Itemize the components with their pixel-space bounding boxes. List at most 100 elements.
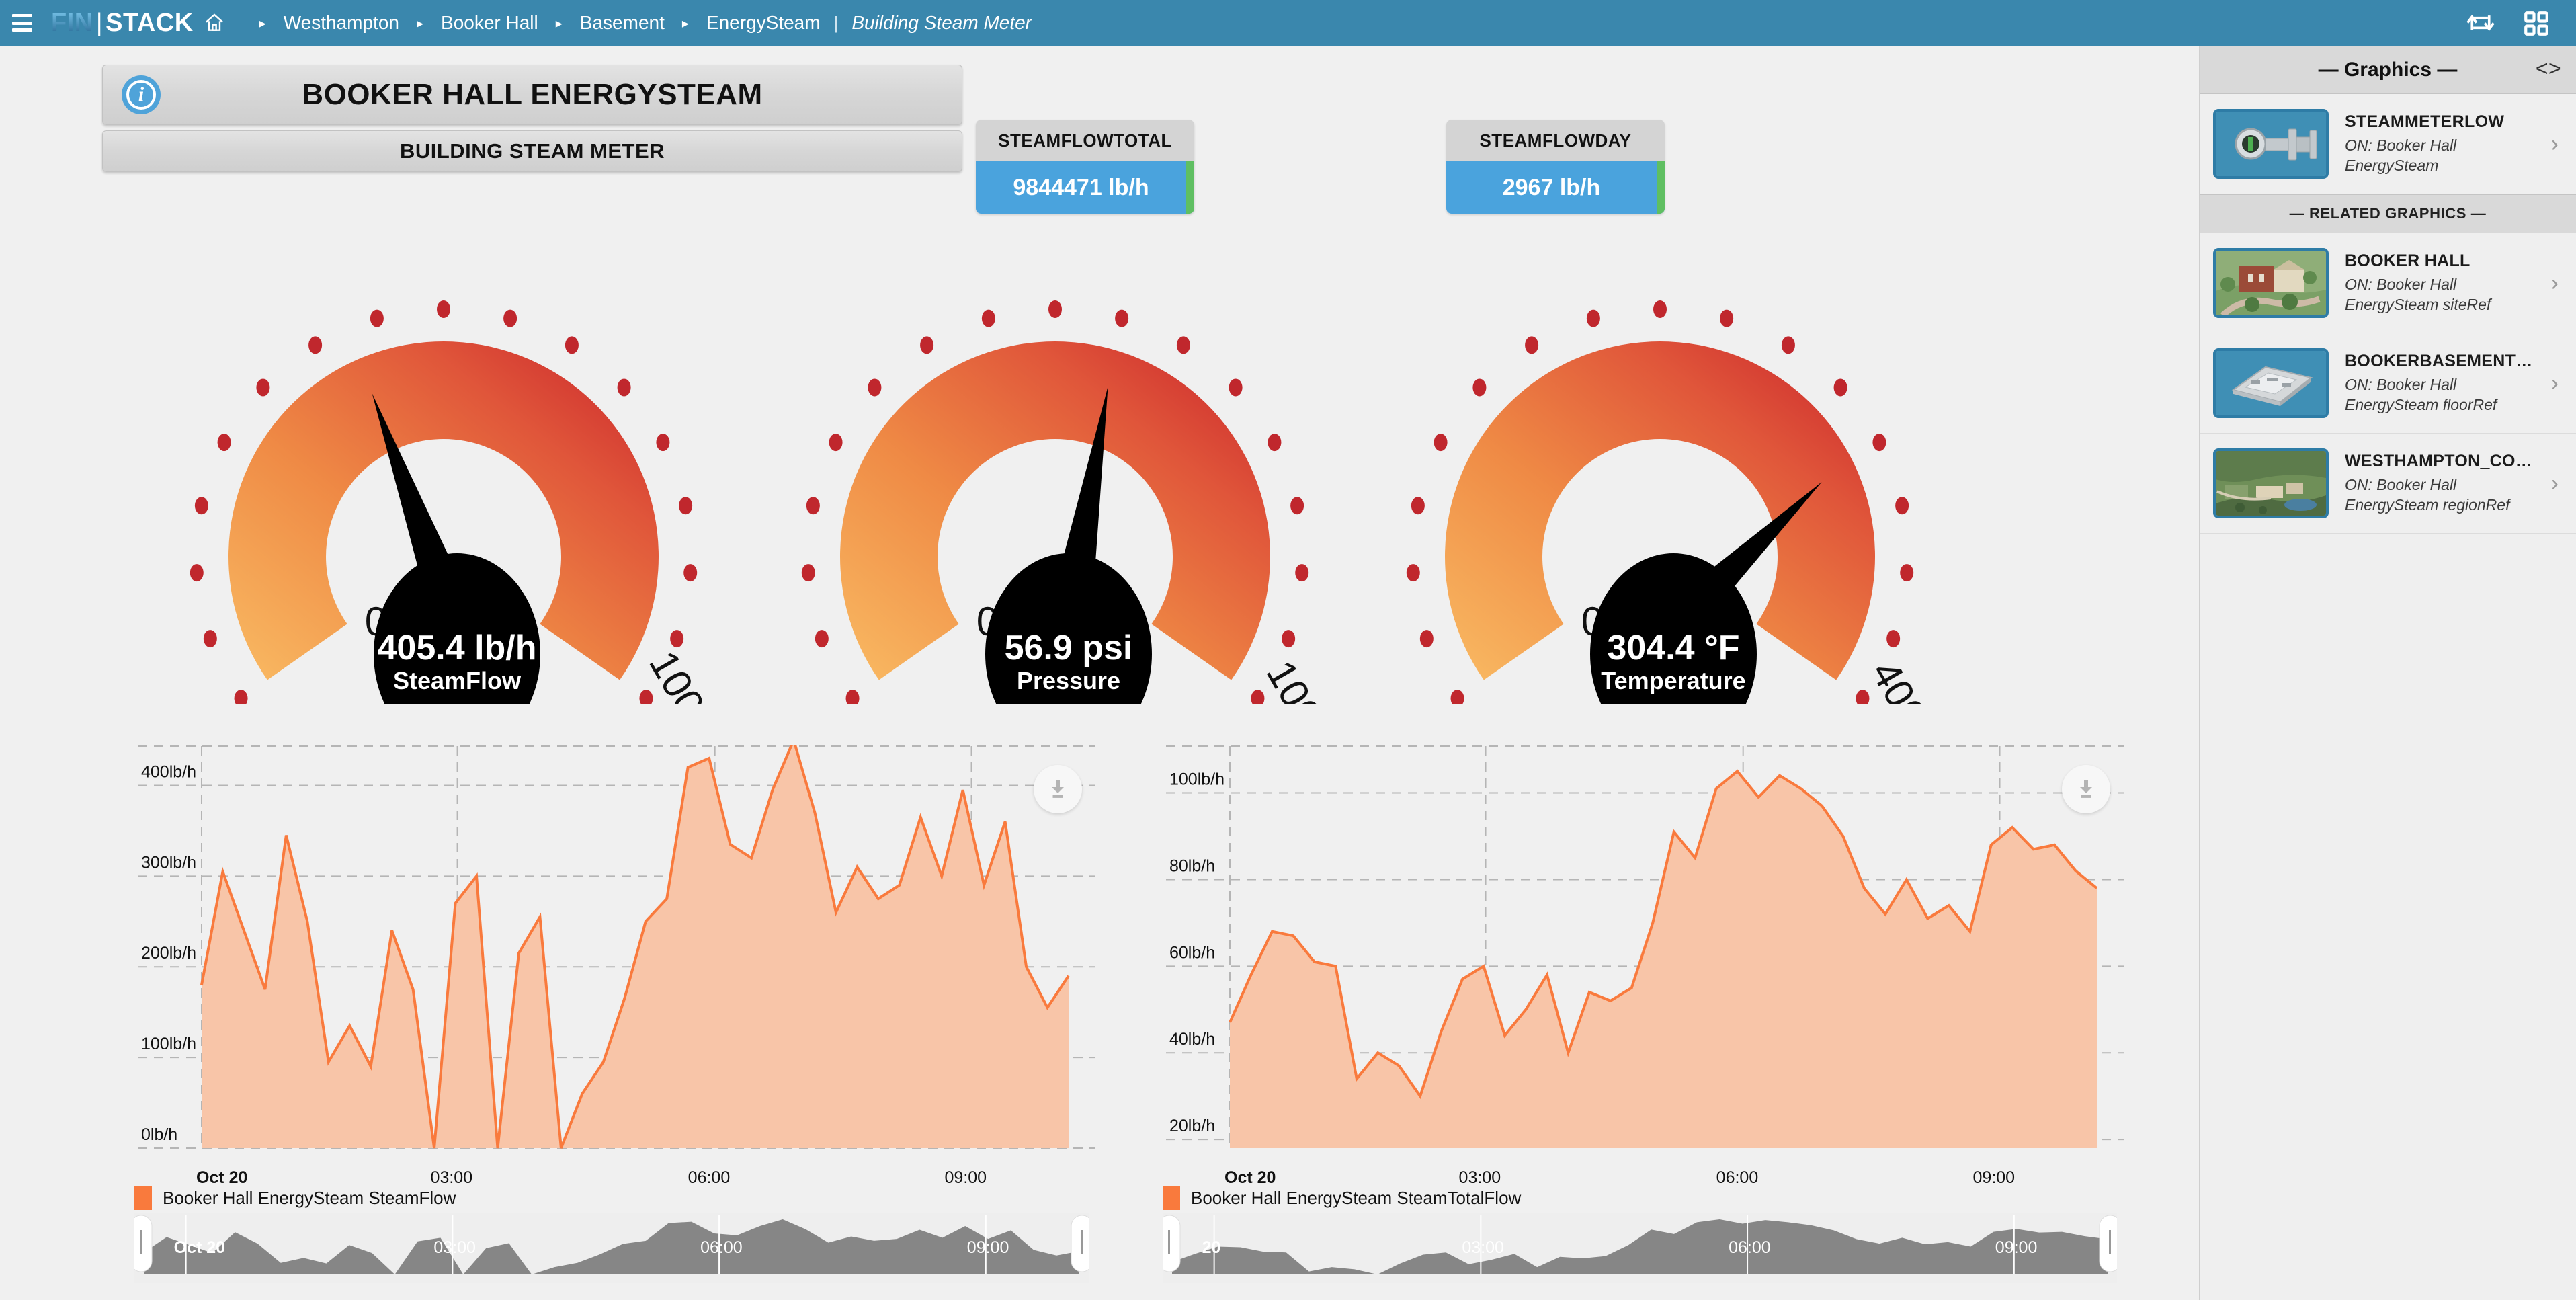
gauge-tick-dot: [1856, 690, 1870, 704]
chevron-right-icon[interactable]: ›: [2551, 270, 2563, 296]
sidebar-item-booker-hall[interactable]: BOOKER HALL ON: Booker Hall EnergySteam …: [2200, 233, 2576, 333]
download-icon[interactable]: [2062, 765, 2110, 813]
gauge-tick-dot: [1586, 309, 1600, 327]
code-brackets-icon[interactable]: <>: [2536, 57, 2561, 82]
breadcrumb-pipe: |: [833, 12, 839, 33]
topbar-actions: [2466, 9, 2576, 36]
sidebar-item-text: STEAMMETERLOW ON: Booker Hall EnergyStea…: [2345, 112, 2535, 175]
refresh-sync-icon[interactable]: [2466, 9, 2495, 36]
kpi-card-steamflowtotal[interactable]: STEAMFLOWTOTAL 9844471 lb/h: [976, 120, 1194, 214]
navigator-handle: [134, 1215, 153, 1272]
page-subtitle: BUILDING STEAM METER: [399, 139, 665, 163]
info-glyph: i: [126, 80, 156, 110]
breadcrumb-item-basement[interactable]: Basement: [577, 12, 667, 34]
chart-navigator[interactable]: Oct 20 03:00 06:00 09:00: [134, 1213, 1089, 1283]
chart-navigator[interactable]: 20 03:00 06:00 09:00: [1163, 1213, 2117, 1283]
navigator-tick-label: 03:00: [1462, 1238, 1504, 1257]
chart-y-tick-label: 400lb/h: [141, 762, 196, 781]
gauge-max-label: 100: [1257, 653, 1330, 704]
navigator-tick-label: 06:00: [1729, 1238, 1771, 1257]
gauge-tick-dot: [617, 378, 631, 397]
sidebar-item-text: BOOKER HALL ON: Booker Hall EnergySteam …: [2345, 251, 2535, 315]
breadcrumb-separator-3: ▸: [681, 15, 689, 31]
steam-meter-thumb: [2213, 109, 2329, 179]
breadcrumb-separator-2: ▸: [555, 15, 563, 31]
chevron-right-icon[interactable]: ›: [2551, 131, 2563, 157]
gauge-tick-dot: [1406, 564, 1420, 582]
gauge-tick-dot: [1411, 497, 1425, 515]
breadcrumb-separator-0: ▸: [259, 15, 266, 31]
kpi-label: STEAMFLOWDAY: [1446, 120, 1665, 161]
gauge-tick-dot: [981, 309, 995, 327]
gauge-tick-dot: [1176, 336, 1190, 354]
chart-area-fill: [1230, 771, 2097, 1148]
chart-x-tick-label: Oct 20: [1224, 1168, 1276, 1187]
chart-x-tick-label: 06:00: [1716, 1168, 1759, 1187]
gauge-tick-dot: [683, 564, 698, 582]
breadcrumb: ▸ Westhampton ▸ Booker Hall ▸ Basement ▸…: [245, 12, 1034, 34]
breadcrumb-item-westhampton[interactable]: Westhampton: [281, 12, 402, 34]
gauge-tick-dot: [1290, 497, 1304, 515]
download-icon[interactable]: [1034, 765, 1082, 813]
legend-color-swatch: [1163, 1186, 1180, 1210]
gauge-tick-dot: [437, 300, 450, 318]
gauge-steamflow[interactable]: 0 1000 405.4 lb/h SteamFlow: [148, 247, 739, 704]
kpi-card-steamflowday[interactable]: STEAMFLOWDAY 2967 lb/h: [1446, 120, 1665, 214]
breadcrumb-item-energysteam[interactable]: EnergySteam: [704, 12, 823, 34]
page-title-panel: i BOOKER HALL ENERGYSTEAM: [102, 65, 962, 125]
gauge-tick-dot: [829, 434, 843, 452]
gauge-tick-dot: [1653, 300, 1667, 318]
gauge-tick-dot: [565, 336, 579, 354]
home-icon[interactable]: [203, 12, 226, 34]
logo-stack-text: STACK: [106, 8, 194, 37]
gauge-tick-dot: [815, 630, 829, 648]
sidebar-item-subtitle: ON: Booker Hall EnergySteam: [2345, 136, 2457, 174]
chevron-right-icon[interactable]: ›: [2551, 370, 2563, 397]
gauge-tick-dot: [1450, 690, 1464, 704]
sidebar-section-related: — RELATED GRAPHICS —: [2200, 194, 2576, 233]
gauge-tick-dot: [1872, 434, 1886, 452]
navigator-handle: [2099, 1215, 2117, 1272]
chart-steamtotalflow[interactable]: 20lb/h 40lb/h 60lb/h 80lb/h 100lb/h Oct 20 03:…: [1129, 745, 2151, 1283]
grid-apps-icon[interactable]: [2522, 9, 2552, 36]
legend-color-swatch: [134, 1186, 152, 1210]
app-logo[interactable]: FIN | STACK: [51, 9, 194, 38]
gauge-max-label: 1000: [640, 643, 724, 704]
kpi-value: 9844471 lb/h: [976, 161, 1194, 214]
breadcrumb-item-booker-hall[interactable]: Booker Hall: [438, 12, 541, 34]
sidebar-item-title: BOOKER HALL: [2345, 251, 2470, 271]
chart-steamflow[interactable]: 0lb/h 100lb/h 200lb/h 300lb/h 400lb/h Oct 20 0…: [101, 745, 1122, 1283]
gauge-tick-dot: [806, 497, 820, 515]
sidebar-item-steammeterlow[interactable]: STEAMMETERLOW ON: Booker Hall EnergyStea…: [2200, 94, 2576, 194]
main-content: i BOOKER HALL ENERGYSTEAM BUILDING STEAM…: [0, 46, 2199, 1300]
navigator-handle: [1163, 1215, 1181, 1272]
gauge-value: 56.9 psi: [1005, 628, 1133, 667]
gauge-tick-dot: [308, 336, 323, 354]
gauge-tick-dot: [920, 336, 934, 354]
chart-y-tick-label: 100lb/h: [1169, 770, 1224, 789]
sidebar-item-text: BOOKERBASEMENT F... ON: Booker Hall Ener…: [2345, 352, 2535, 415]
campus-aerial-thumb: [2213, 448, 2329, 518]
sidebar-item-bookerbasement[interactable]: BOOKERBASEMENT F... ON: Booker Hall Ener…: [2200, 333, 2576, 434]
logo-fin-text: FIN: [51, 8, 93, 37]
hamburger-menu-icon[interactable]: [12, 14, 32, 32]
chevron-right-icon[interactable]: ›: [2551, 471, 2563, 497]
sidebar-item-subtitle: ON: Booker Hall EnergySteam regionRef: [2345, 476, 2510, 514]
legend-label: Booker Hall EnergySteam SteamFlow: [163, 1187, 456, 1208]
chart-y-tick-label: 300lb/h: [141, 853, 196, 872]
chart-legend[interactable]: Booker Hall EnergySteam SteamTotalFlow: [1163, 1186, 1521, 1210]
legend-label: Booker Hall EnergySteam SteamTotalFlow: [1191, 1187, 1522, 1208]
sidebar-item-title: BOOKERBASEMENT F...: [2345, 352, 2535, 371]
gauge-tick-dot: [1886, 630, 1901, 648]
gauge-row: 0 1000 405.4 lb/h SteamFlow 0 100 56.9 psi Pre…: [0, 247, 2199, 718]
gauge-pressure[interactable]: 0 100 56.9 psi Pressure: [759, 247, 1351, 704]
gauge-tick-dot: [1295, 564, 1309, 582]
chart-legend[interactable]: Booker Hall EnergySteam SteamFlow: [134, 1186, 456, 1210]
chart-y-tick-label: 60lb/h: [1169, 943, 1215, 962]
sidebar-item-westhampton-college[interactable]: WESTHAMPTON_COL... ON: Booker Hall Energ…: [2200, 434, 2576, 534]
gauge-temperature[interactable]: 0 400 304.4 °F Temperature: [1364, 247, 1956, 704]
gauge-tick-dot: [217, 434, 231, 452]
gauge-tick-dot: [1472, 378, 1487, 397]
info-icon[interactable]: i: [122, 75, 161, 114]
gauge-tick-dot: [868, 378, 882, 397]
